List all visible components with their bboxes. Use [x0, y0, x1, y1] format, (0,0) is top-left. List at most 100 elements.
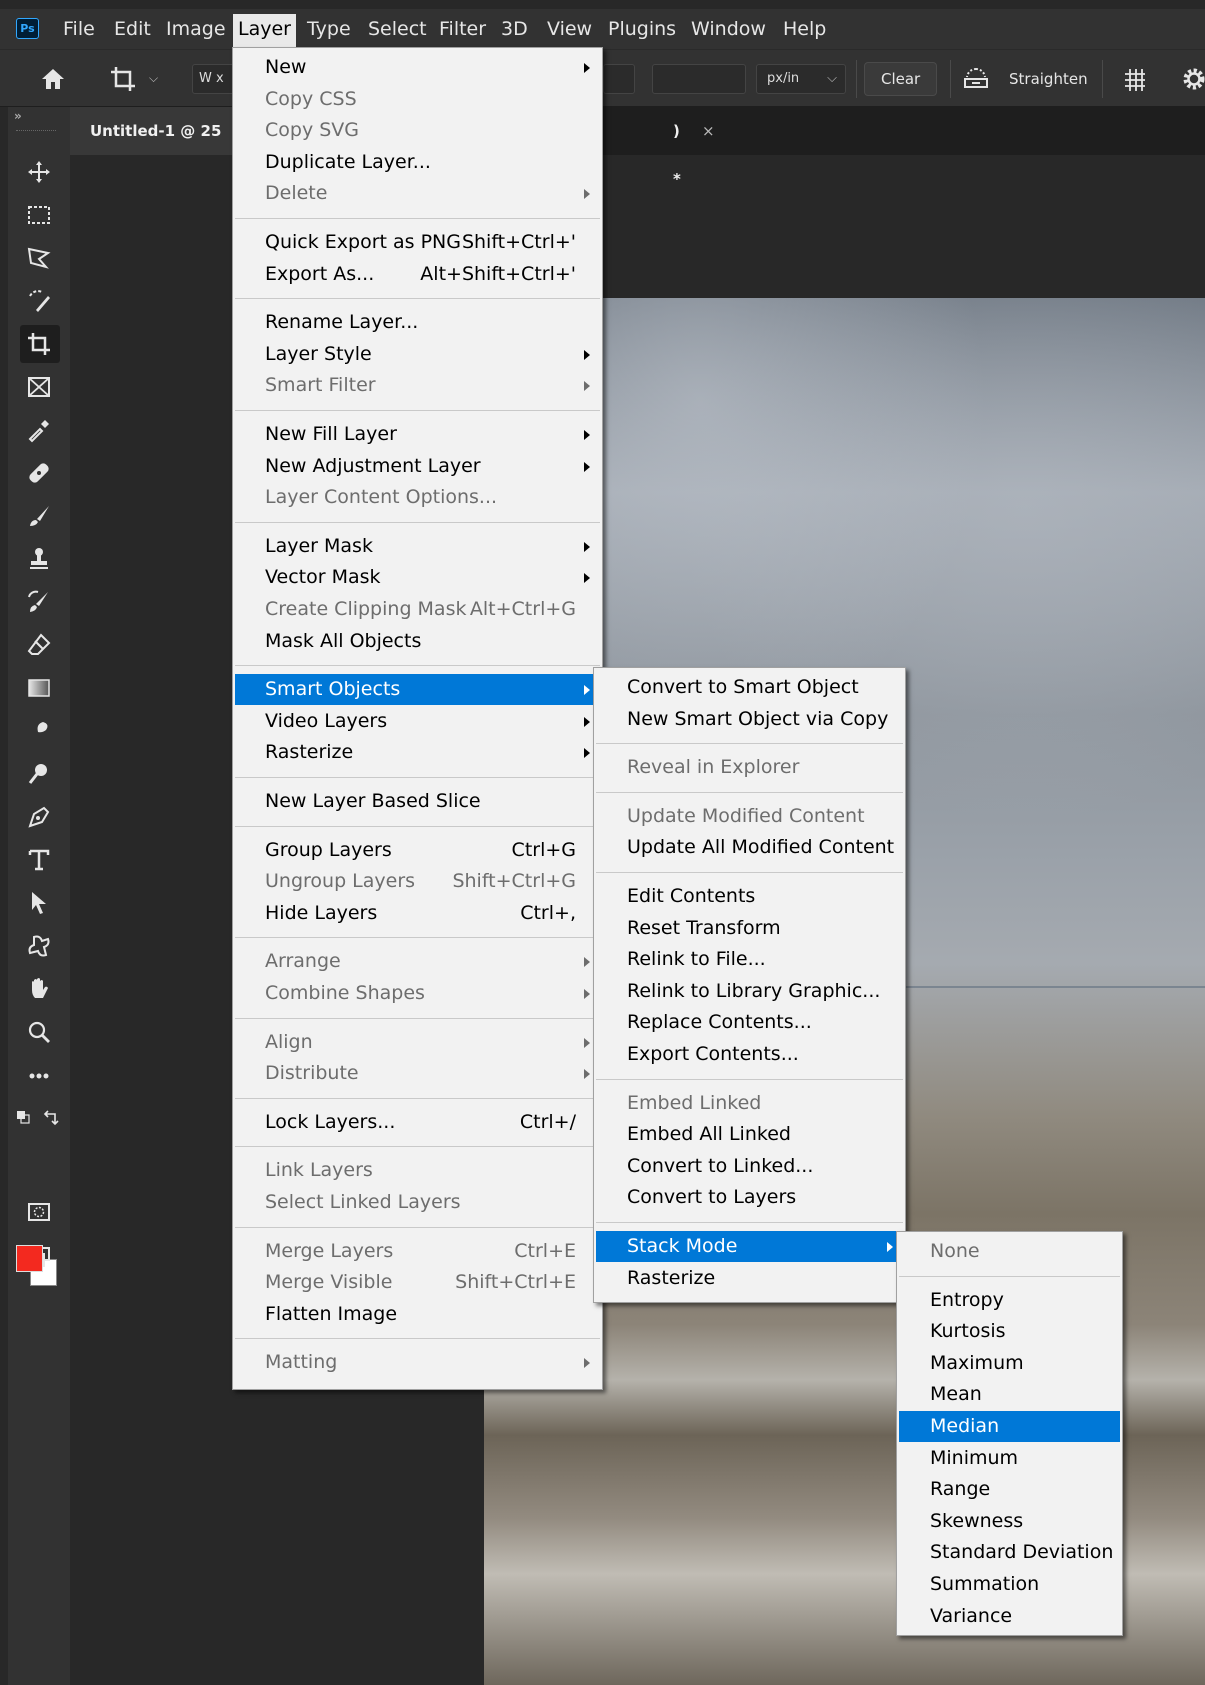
layer-menu-item-video-layers[interactable]: Video Layers: [235, 706, 600, 737]
dodge-tool[interactable]: [20, 755, 60, 793]
smart-objects-item-reset-transform[interactable]: Reset Transform: [596, 913, 903, 944]
menu-file[interactable]: File: [58, 9, 100, 49]
eyedropper-tool[interactable]: [20, 411, 60, 449]
layer-menu-item-new-adjustment-layer[interactable]: New Adjustment Layer: [235, 451, 600, 482]
photoshop-logo-icon[interactable]: Ps: [16, 18, 39, 39]
menu-3d[interactable]: 3D: [496, 9, 533, 49]
quick-mask-button[interactable]: [20, 1193, 60, 1231]
stack-mode-item-median[interactable]: Median: [899, 1411, 1120, 1442]
stack-mode-item-minimum[interactable]: Minimum: [899, 1443, 1120, 1474]
smart-objects-item-convert-to-linked[interactable]: Convert to Linked...: [596, 1151, 903, 1182]
frame-tool[interactable]: [20, 368, 60, 406]
layer-menu-item-layer-content-options[interactable]: Layer Content Options...: [235, 482, 600, 513]
stack-mode-item-entropy[interactable]: Entropy: [899, 1285, 1120, 1316]
layer-menu-item-merge-visible[interactable]: Merge Visible Shift+Ctrl+E: [235, 1267, 600, 1298]
crop-tool[interactable]: [20, 325, 60, 363]
smart-objects-item-export-contents[interactable]: Export Contents...: [596, 1039, 903, 1070]
smart-objects-item-convert-to-layers[interactable]: Convert to Layers: [596, 1182, 903, 1213]
layer-menu-item-new-layer-based-slice[interactable]: New Layer Based Slice: [235, 786, 600, 817]
smudge-tool[interactable]: [20, 712, 60, 750]
stack-mode-item-standard-deviation[interactable]: Standard Deviation: [899, 1537, 1120, 1568]
chevron-down-icon[interactable]: ⌵: [149, 71, 158, 86]
smart-objects-item-edit-contents[interactable]: Edit Contents: [596, 881, 903, 912]
layer-menu-item-vector-mask[interactable]: Vector Mask: [235, 562, 600, 593]
layer-menu-item-flatten-image[interactable]: Flatten Image: [235, 1299, 600, 1330]
layer-menu-item-export-as[interactable]: Export As... Alt+Shift+Ctrl+': [235, 259, 600, 290]
panel-expand-icon[interactable]: »: [14, 109, 22, 123]
layer-menu-item-ungroup-layers[interactable]: Ungroup Layers Shift+Ctrl+G: [235, 866, 600, 897]
menu-select[interactable]: Select: [363, 9, 432, 49]
stack-mode-item-maximum[interactable]: Maximum: [899, 1348, 1120, 1379]
stack-mode-item-summation[interactable]: Summation: [899, 1569, 1120, 1600]
layer-menu-item-duplicate-layer[interactable]: Duplicate Layer...: [235, 147, 600, 178]
smart-objects-item-relink-to-library-graphic[interactable]: Relink to Library Graphic...: [596, 976, 903, 1007]
menu-type[interactable]: Type: [302, 9, 356, 49]
history-brush-tool[interactable]: [20, 583, 60, 621]
layer-menu-item-mask-all-objects[interactable]: Mask All Objects: [235, 626, 600, 657]
clear-button[interactable]: Clear: [864, 62, 938, 96]
menu-image[interactable]: Image: [161, 9, 231, 49]
layer-menu-item-distribute[interactable]: Distribute: [235, 1058, 600, 1089]
path-selection-tool[interactable]: [20, 884, 60, 922]
custom-shape-tool[interactable]: [20, 927, 60, 965]
smart-objects-item-embed-all-linked[interactable]: Embed All Linked: [596, 1119, 903, 1150]
layer-menu-item-group-layers[interactable]: Group Layers Ctrl+G: [235, 835, 600, 866]
layer-menu-item-matting[interactable]: Matting: [235, 1347, 600, 1378]
layer-menu-item-new-fill-layer[interactable]: New Fill Layer: [235, 419, 600, 450]
layer-menu-item-layer-style[interactable]: Layer Style: [235, 339, 600, 370]
menu-help[interactable]: Help: [778, 9, 831, 49]
layer-menu-item-quick-export-as-png[interactable]: Quick Export as PNG Shift+Ctrl+': [235, 227, 600, 258]
resolution-field[interactable]: [652, 64, 746, 94]
layer-menu-item-copy-css[interactable]: Copy CSS: [235, 84, 600, 115]
stack-mode-item-variance[interactable]: Variance: [899, 1601, 1120, 1632]
stack-mode-item-range[interactable]: Range: [899, 1474, 1120, 1505]
menu-window[interactable]: Window: [686, 9, 771, 49]
straighten-icon[interactable]: [962, 65, 990, 91]
smart-objects-item-relink-to-file[interactable]: Relink to File...: [596, 944, 903, 975]
smart-objects-item-new-smart-object-via-copy[interactable]: New Smart Object via Copy: [596, 704, 903, 735]
object-selection-tool[interactable]: [20, 282, 60, 320]
layer-menu-item-hide-layers[interactable]: Hide Layers Ctrl+,: [235, 898, 600, 929]
ratio-dropdown[interactable]: W x: [192, 64, 236, 94]
layer-menu-item-link-layers[interactable]: Link Layers: [235, 1155, 600, 1186]
menu-plugins[interactable]: Plugins: [603, 9, 681, 49]
layer-menu-item-delete[interactable]: Delete: [235, 178, 600, 209]
layer-menu-item-copy-svg[interactable]: Copy SVG: [235, 115, 600, 146]
menu-edit[interactable]: Edit: [109, 9, 156, 49]
smart-objects-item-embed-linked[interactable]: Embed Linked: [596, 1088, 903, 1119]
clone-stamp-tool[interactable]: [20, 540, 60, 578]
layer-menu-item-arrange[interactable]: Arrange: [235, 946, 600, 977]
layer-menu-item-merge-layers[interactable]: Merge Layers Ctrl+E: [235, 1236, 600, 1267]
smart-objects-item-update-all-modified-content[interactable]: Update All Modified Content: [596, 832, 903, 863]
healing-brush-tool[interactable]: [20, 454, 60, 492]
pen-tool[interactable]: [20, 798, 60, 836]
height-field[interactable]: [603, 64, 635, 94]
eraser-tool[interactable]: [20, 626, 60, 664]
layer-menu-item-create-clipping-mask[interactable]: Create Clipping Mask Alt+Ctrl+G: [235, 594, 600, 625]
smart-objects-item-reveal-in-explorer[interactable]: Reveal in Explorer: [596, 752, 903, 783]
brush-tool[interactable]: [20, 497, 60, 535]
stack-mode-item-none[interactable]: None: [899, 1236, 1120, 1267]
zoom-tool[interactable]: [20, 1013, 60, 1051]
crop-tool-preset-icon[interactable]: [108, 64, 138, 94]
menu-view[interactable]: View: [542, 9, 597, 49]
smart-objects-item-convert-to-smart-object[interactable]: Convert to Smart Object: [596, 672, 903, 703]
smart-objects-item-update-modified-content[interactable]: Update Modified Content: [596, 801, 903, 832]
layer-menu-item-combine-shapes[interactable]: Combine Shapes: [235, 978, 600, 1009]
grid-overlay-icon[interactable]: [1121, 65, 1149, 93]
layer-menu-item-rasterize[interactable]: Rasterize: [235, 737, 600, 768]
close-icon[interactable]: ×: [702, 107, 715, 155]
menu-layer[interactable]: Layer: [233, 14, 296, 49]
foreground-color-swatch[interactable]: [16, 1245, 43, 1272]
layer-menu-item-align[interactable]: Align: [235, 1027, 600, 1058]
layer-menu-item-new[interactable]: New: [235, 52, 600, 83]
gradient-tool[interactable]: [20, 669, 60, 707]
smart-objects-item-rasterize[interactable]: Rasterize: [596, 1263, 903, 1294]
stack-mode-item-mean[interactable]: Mean: [899, 1379, 1120, 1410]
swap-colors-icon[interactable]: [42, 1109, 60, 1127]
gear-icon[interactable]: [1180, 65, 1205, 93]
menu-filter[interactable]: Filter: [434, 9, 491, 49]
home-icon[interactable]: [40, 67, 66, 91]
layer-menu-item-select-linked-layers[interactable]: Select Linked Layers: [235, 1187, 600, 1218]
stack-mode-item-skewness[interactable]: Skewness: [899, 1506, 1120, 1537]
